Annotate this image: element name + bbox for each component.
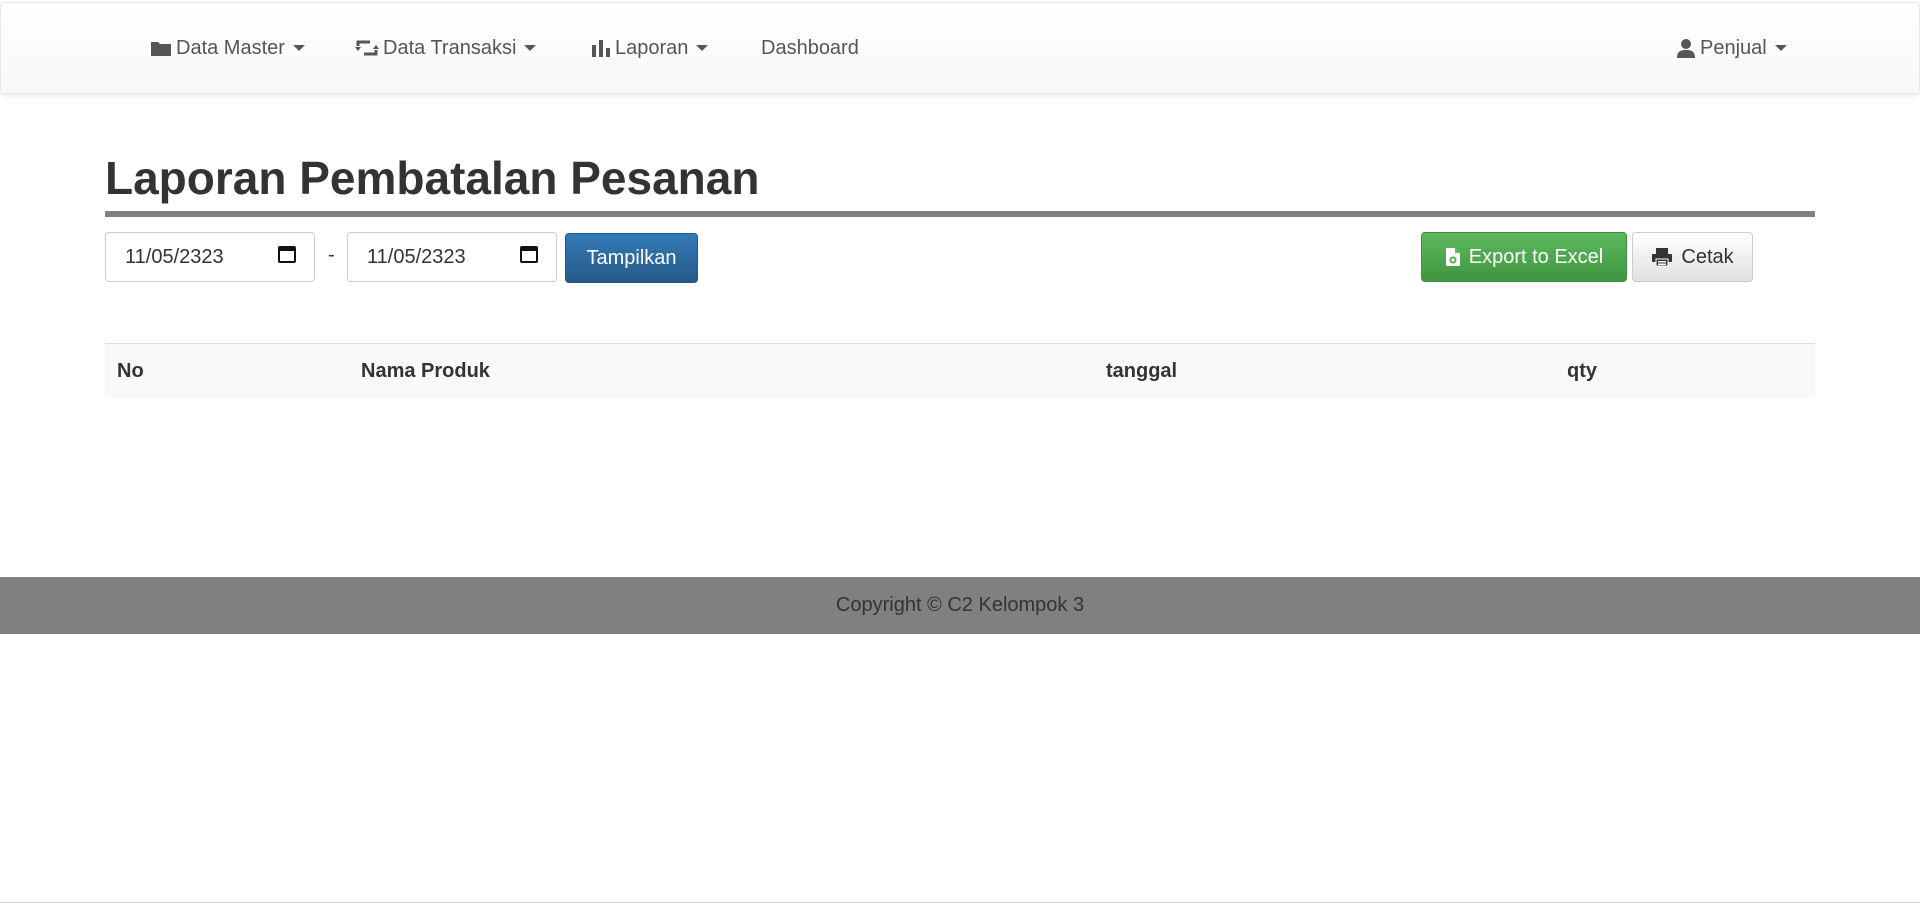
- nav-laporan-label: Laporan: [615, 36, 689, 59]
- tampilkan-button[interactable]: Tampilkan: [565, 233, 698, 283]
- page-title: Laporan Pembatalan Pesanan: [105, 152, 760, 204]
- nav-data-transaksi-label: Data Transaksi: [383, 36, 517, 59]
- nav-data-master[interactable]: Data Master: [150, 3, 305, 93]
- chevron-down-icon: [696, 45, 709, 51]
- date-to-input[interactable]: 11/05/2323: [347, 232, 557, 282]
- column-header-tanggal[interactable]: tanggal: [1106, 344, 1177, 398]
- export-excel-button[interactable]: Export to Excel: [1421, 232, 1627, 282]
- user-icon: [1676, 38, 1696, 58]
- cetak-label: Cetak: [1681, 245, 1734, 268]
- chevron-down-icon: [1774, 45, 1787, 51]
- nav-data-master-label: Data Master: [176, 36, 285, 59]
- print-icon: [1651, 247, 1673, 267]
- calendar-icon[interactable]: [520, 245, 538, 269]
- nav-dashboard-label: Dashboard: [761, 36, 859, 59]
- footer-copyright: Copyright © C2 Kelompok 3: [835, 594, 1085, 616]
- nav-dashboard[interactable]: Dashboard: [761, 3, 859, 93]
- date-to-value: 11/05/2323: [367, 245, 466, 268]
- date-from-value: 11/05/2323: [125, 245, 224, 268]
- chevron-down-icon: [292, 45, 305, 51]
- file-excel-icon: [1445, 247, 1461, 267]
- retweet-icon: [355, 39, 379, 57]
- date-range-separator: -: [328, 244, 335, 266]
- export-excel-label: Export to Excel: [1468, 245, 1604, 268]
- chevron-down-icon: [524, 45, 537, 51]
- column-header-qty[interactable]: qty: [1567, 344, 1597, 398]
- title-divider: [105, 211, 1815, 217]
- top-navbar: Data Master Data Transaksi Laporan Dashb…: [0, 2, 1920, 94]
- date-from-input[interactable]: 11/05/2323: [105, 232, 315, 282]
- folder-icon: [150, 39, 172, 57]
- column-header-nama-produk[interactable]: Nama Produk: [361, 344, 490, 398]
- nav-user-label: Penjual: [1700, 36, 1767, 59]
- nav-user-menu[interactable]: Penjual: [1676, 3, 1787, 93]
- calendar-icon[interactable]: [278, 245, 296, 269]
- cetak-button[interactable]: Cetak: [1632, 232, 1753, 282]
- tampilkan-button-label: Tampilkan: [586, 246, 677, 269]
- nav-laporan[interactable]: Laporan: [591, 3, 709, 93]
- column-header-no[interactable]: No: [117, 344, 144, 398]
- page-bottom-divider: [0, 902, 1920, 903]
- nav-data-transaksi[interactable]: Data Transaksi: [355, 3, 537, 93]
- bar-chart-icon: [591, 39, 611, 57]
- footer: Copyright © C2 Kelompok 3: [0, 577, 1920, 634]
- table-header-row: No Nama Produk tanggal qty: [105, 343, 1815, 398]
